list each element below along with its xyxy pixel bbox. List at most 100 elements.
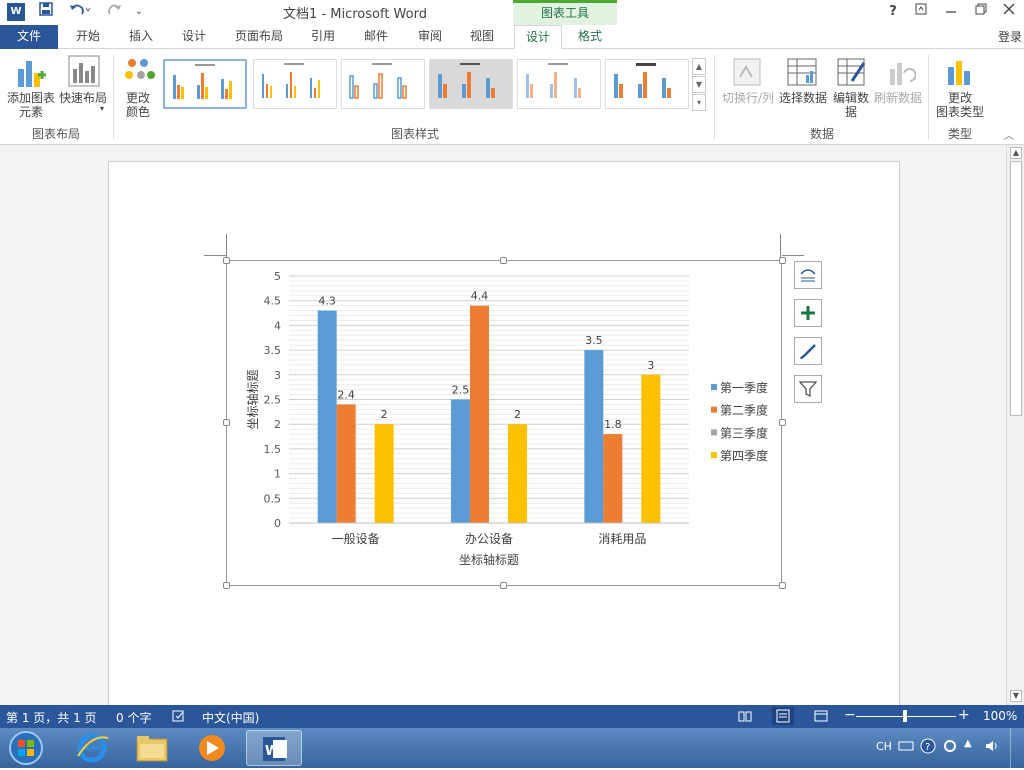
media-player-icon[interactable] [184,730,240,766]
word-taskbar-icon[interactable]: W [246,730,302,766]
minimize-icon[interactable] [938,2,964,22]
chart-filter-icon[interactable] [794,375,822,403]
edit-data-button[interactable]: 编辑数 据 [830,91,872,119]
tab-chart-design[interactable]: 设计 [514,25,562,50]
resize-handle[interactable] [223,582,230,589]
zoom-level[interactable]: 100% [983,709,1017,723]
start-orb-icon[interactable] [6,730,46,766]
legend-label: 第二季度 [720,403,768,418]
save-icon[interactable] [36,2,56,22]
tab-chart-format[interactable]: 格式 [568,25,612,49]
proofing-icon[interactable] [172,709,186,723]
tab-design[interactable]: 设计 [174,25,214,49]
help-icon[interactable]: ? [880,2,906,22]
zoom-slider-thumb[interactable] [903,710,907,722]
add-chart-element-icon[interactable] [14,55,48,89]
show-desktop-button[interactable] [1010,728,1024,768]
restore-icon[interactable] [968,2,994,22]
ribbon-separator [928,55,929,139]
tab-file[interactable]: 文件 [0,25,58,49]
change-colors-button[interactable]: 更改 颜色 [118,91,158,119]
keyboard-icon[interactable] [898,738,914,754]
add-chart-element-button[interactable]: 添加图表 元素 [4,91,58,119]
resize-handle[interactable] [500,257,507,264]
read-mode-icon[interactable] [738,709,752,723]
help-circle-icon[interactable]: ? [920,738,936,754]
resize-handle[interactable] [223,419,230,426]
legend-label: 第三季度 [720,425,768,440]
bar [470,305,489,523]
gallery-more-icon[interactable]: ▾ [692,94,706,111]
select-data-button[interactable]: 选择数据 [778,91,828,105]
chart-style-3[interactable] [341,59,425,109]
print-layout-icon[interactable] [772,707,794,725]
bar [451,399,470,523]
color-palette-icon[interactable] [124,57,156,87]
legend-swatch [711,406,717,413]
scroll-thumb[interactable] [1010,161,1022,416]
ime-indicator[interactable]: CH [876,740,892,753]
scroll-up-icon[interactable]: ▲ [1010,147,1022,159]
x-tick-label: 办公设备 [465,531,513,546]
select-data-icon[interactable] [786,57,818,87]
chart-style-4[interactable] [429,59,513,109]
chart-elements-plus-icon[interactable] [794,299,822,327]
scroll-down-icon[interactable]: ▼ [1010,690,1022,702]
change-chart-type-button[interactable]: 更改 图表类型 [932,91,988,119]
x-tick-label: 消耗用品 [598,532,646,546]
resize-handle[interactable] [779,582,786,589]
tab-references[interactable]: 引用 [304,25,342,49]
ribbon: 添加图表 元素 快速布局 ▾ 图表布局 更改 颜色 ▲ ▼ ▾ 图表样式 切换行… [0,49,1024,145]
chart-style-6[interactable] [605,59,689,109]
ribbon-display-icon[interactable] [908,2,934,22]
vertical-scrollbar[interactable]: ▲ ▼ [1006,145,1024,705]
undo-icon[interactable] [66,2,94,22]
chart-style-2[interactable] [253,59,337,109]
zoom-out-button[interactable]: − [844,707,856,723]
quick-layout-icon[interactable] [68,55,100,89]
resize-handle[interactable] [223,257,230,264]
chart-area[interactable]: 0 0.5 1 1.5 2 2.5 3 3.5 4 4.5 5 4.3 2.4 2 一般设备 2.5 4.4 2 办… [226,260,782,586]
legend-swatch [711,429,717,436]
sign-in-link[interactable]: 登录 [998,28,1022,45]
close-icon[interactable] [996,2,1022,22]
redo-icon[interactable] [104,2,126,22]
edit-data-icon[interactable] [836,57,868,87]
resize-handle[interactable] [500,582,507,589]
chart-layout-icon[interactable] [794,261,822,289]
page-count[interactable]: 第 1 页，共 1 页 [6,709,97,726]
ie-icon[interactable] [64,730,120,766]
legend-swatch [711,384,717,390]
tab-mailings[interactable]: 邮件 [356,25,396,49]
settings-icon[interactable] [942,738,958,754]
word-logo-icon[interactable]: W [7,3,25,21]
tab-home[interactable]: 开始 [68,25,108,49]
collapse-ribbon-icon[interactable]: ︿ [1004,127,1016,142]
quick-layout-button[interactable]: 快速布局 [58,91,108,105]
web-layout-icon[interactable] [814,709,828,723]
chart-styles-brush-icon[interactable] [794,337,822,365]
zoom-in-button[interactable]: + [958,707,970,723]
explorer-icon[interactable] [124,730,180,766]
customize-qat-icon[interactable]: ⌄ [132,2,146,22]
chart-style-5[interactable] [517,59,601,109]
resize-handle[interactable] [779,257,786,264]
language-indicator[interactable]: 中文(中国) [202,709,259,726]
crop-mark [780,234,781,258]
tab-view[interactable]: 视图 [462,25,502,49]
chart-svg: 0 0.5 1 1.5 2 2.5 3 3.5 4 4.5 5 4.3 2.4 2 一般设备 2.5 4.4 2 办… [245,270,768,567]
chart-style-1[interactable] [163,59,247,109]
legend-swatch [711,452,717,459]
gallery-scroll-down-icon[interactable]: ▼ [692,76,706,93]
tab-review[interactable]: 审阅 [410,25,450,49]
ribbon-tab-row: 文件 开始 插入 设计 页面布局 引用 邮件 审阅 视图 设计 格式 登录 [0,25,1024,74]
word-count[interactable]: 0 个字 [116,709,151,726]
gallery-scroll-up-icon[interactable]: ▲ [692,58,706,75]
change-chart-type-icon[interactable] [944,57,974,87]
tab-insert[interactable]: 插入 [122,25,160,49]
resize-handle[interactable] [779,419,786,426]
tab-page-layout[interactable]: 页面布局 [228,25,290,49]
tray-expand-icon[interactable]: ▲ [964,738,972,749]
data-label: 2 [514,408,521,421]
volume-icon[interactable] [984,738,1000,754]
